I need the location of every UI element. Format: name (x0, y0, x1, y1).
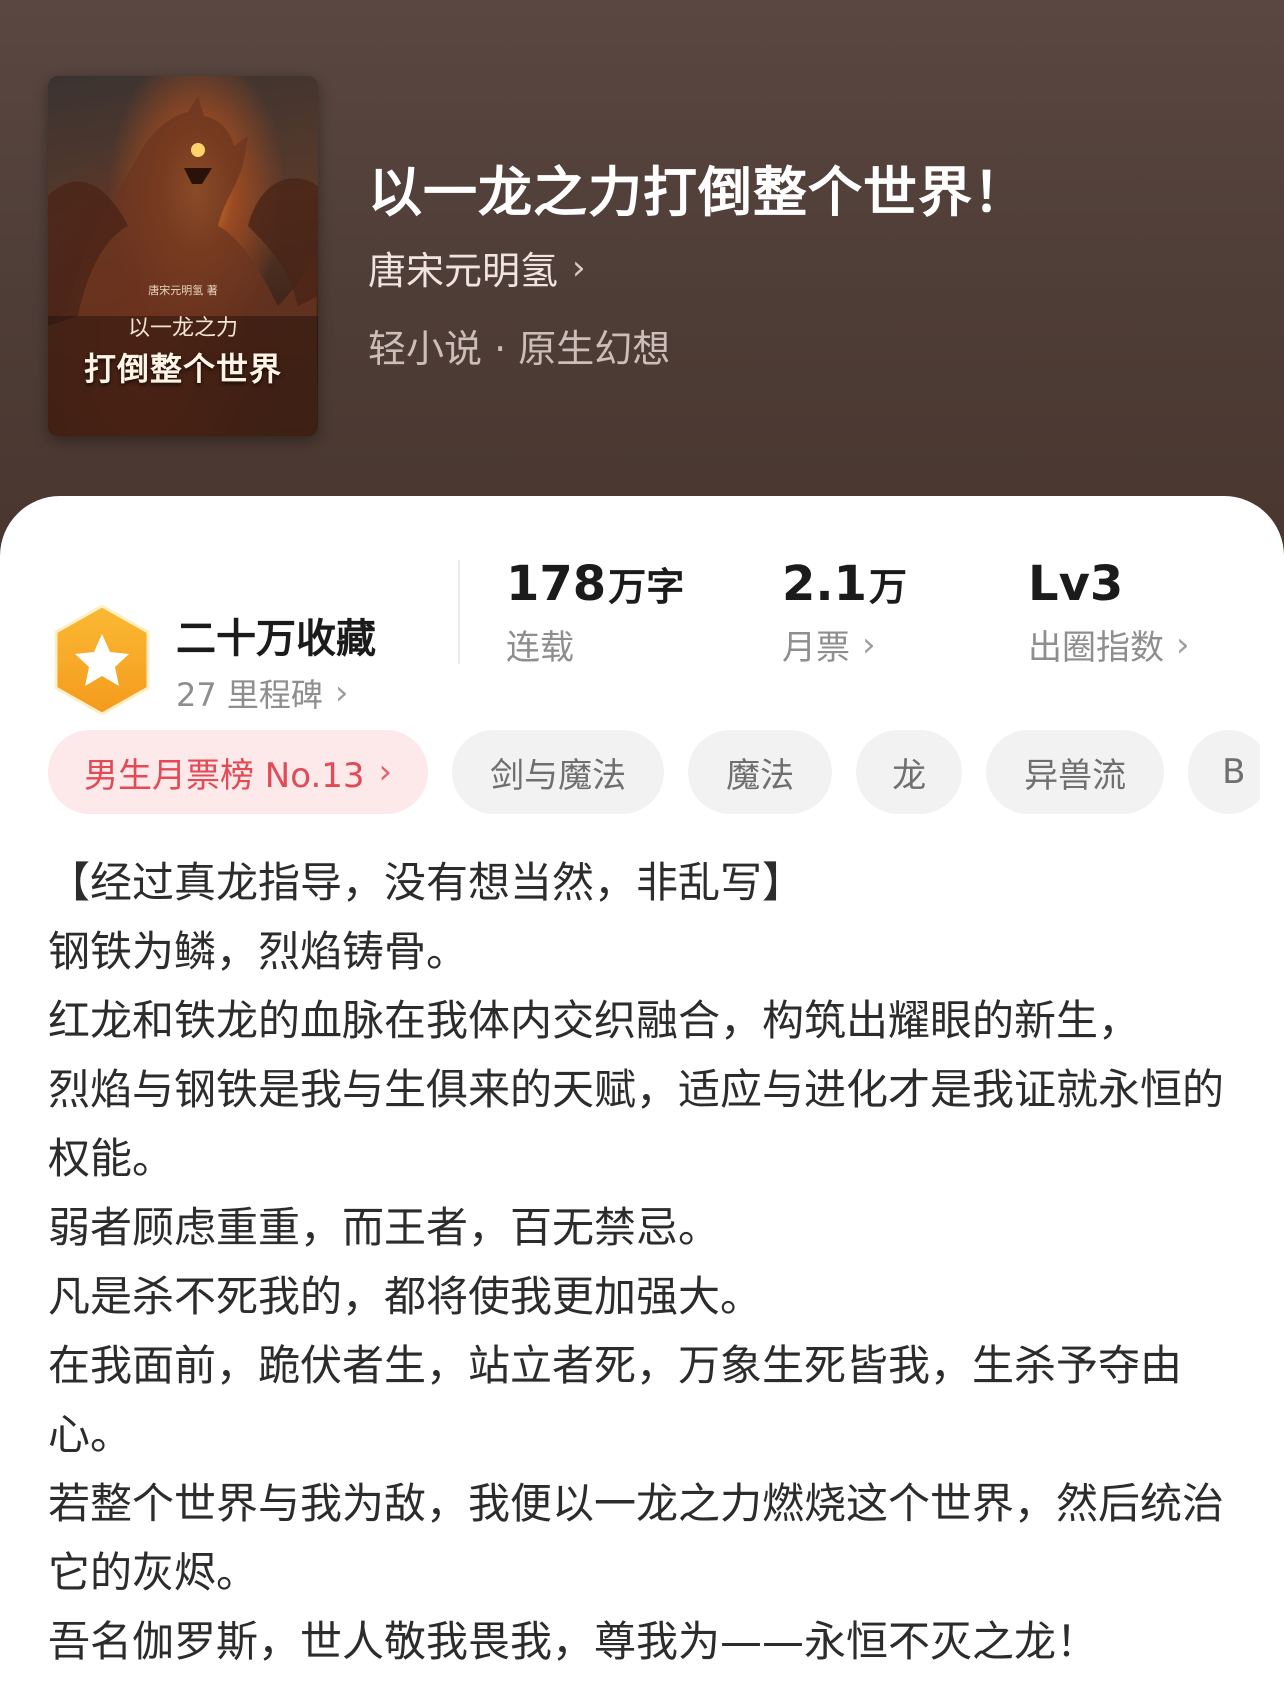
stat-value: 2.1 (782, 556, 868, 612)
stat-label: 出圈指数 (1028, 628, 1164, 668)
description-line: 钢铁为鳞，烈焰铸骨。 (48, 927, 469, 976)
author-name: 唐宋元明氢 (368, 249, 559, 293)
book-title: 以一龙之力打倒整个世界！ (368, 161, 1028, 224)
tag-item[interactable]: B (1188, 730, 1260, 814)
book-cover[interactable]: 唐宋元明氢 著 以一龙之力 打倒整个世界 (48, 76, 318, 436)
book-genre: 轻小说 · 原生幻想 (368, 327, 671, 371)
chevron-right-icon: › (572, 247, 586, 288)
stat-label: 月票 (782, 628, 850, 668)
milestone-label: 27 里程碑 (176, 676, 323, 714)
cover-title: 打倒整个世界 (83, 350, 282, 388)
tag-rank[interactable]: 男生月票榜 No.13 › (48, 730, 429, 814)
chevron-right-icon: › (862, 624, 876, 665)
cover-author: 唐宋元明氢 著 (148, 284, 218, 297)
description-line: 凡是杀不死我的，都将使我更加强大。 (48, 1272, 763, 1321)
description-line: 若整个世界与我为敌，我便以一龙之力燃烧这个世界，然后统治它的灰烬。 (48, 1479, 1225, 1597)
star-badge-icon (54, 604, 150, 716)
stat-value: 178 (506, 556, 607, 612)
book-description: 【经过真龙指导，没有想当然，非乱写】 钢铁为鳞，烈焰铸骨。 红龙和铁龙的血脉在我… (48, 848, 1248, 1676)
cover-subtitle: 以一龙之力 (127, 316, 238, 341)
stat-unit: 万字 (608, 565, 685, 609)
collection-title[interactable]: 二十万收藏 (176, 606, 376, 664)
description-line: 烈焰与钢铁是我与生俱来的天赋，适应与进化才是我证就永恒的权能。 (48, 1065, 1225, 1183)
tag-list: 男生月票榜 No.13 › 剑与魔法 魔法 龙 异兽流 B (48, 730, 1260, 814)
milestone-link[interactable]: 27 里程碑 › (176, 670, 349, 716)
stat-word-count: 178 万字 连载 (506, 556, 684, 669)
tag-item[interactable]: 魔法 (688, 730, 833, 814)
description-line: 吾名伽罗斯，世人敬我畏我，尊我为——永恒不灭之龙！ (48, 1617, 1099, 1666)
tag-item[interactable]: 异兽流 (986, 730, 1165, 814)
description-line: 在我面前，跪伏者生，站立者死，万象生死皆我，生杀予夺由心。 (48, 1341, 1183, 1459)
stat-popularity-index[interactable]: Lv3 出圈指数 › (1028, 556, 1190, 669)
chevron-right-icon: › (334, 673, 349, 713)
description-line: 弱者顾虑重重，而王者，百无禁忌。 (48, 1203, 721, 1252)
tag-item[interactable]: 剑与魔法 (452, 730, 665, 814)
tag-item[interactable]: 龙 (856, 730, 963, 814)
author-link[interactable]: 唐宋元明氢 › (368, 240, 586, 295)
tag-label: 男生月票榜 No.13 (84, 755, 365, 796)
stat-unit: 万 (869, 565, 908, 609)
chevron-right-icon: › (1176, 624, 1190, 665)
stat-divider (458, 560, 460, 664)
chevron-right-icon: › (378, 752, 393, 792)
description-line: 【经过真龙指导，没有想当然，非乱写】 (48, 858, 805, 907)
stat-value: Lv3 (1028, 556, 1124, 612)
stat-monthly-votes[interactable]: 2.1 万 月票 › (782, 556, 907, 669)
stat-label: 连载 (506, 628, 574, 668)
description-line: 红龙和铁龙的血脉在我体内交织融合，构筑出耀眼的新生， (48, 996, 1141, 1045)
